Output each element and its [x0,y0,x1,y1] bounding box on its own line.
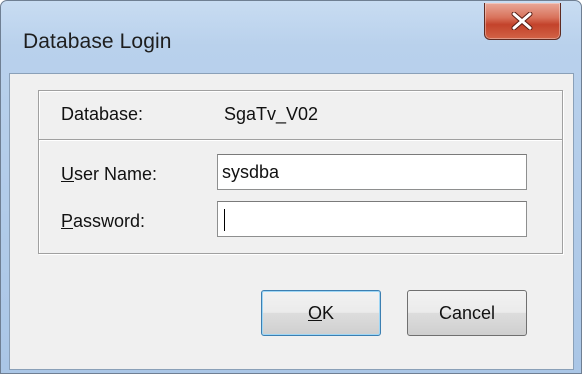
cancel-button[interactable]: Cancel [407,290,527,336]
text-caret [224,209,225,232]
username-label-rest: ser Name: [74,164,158,184]
password-label: Password: [61,211,145,232]
database-row: Database: SgaTv_V02 [39,91,562,140]
username-value: sysdba [222,162,280,182]
close-icon [511,12,533,30]
dialog-client-area: Database: SgaTv_V02 User Name: sysdba Pa… [9,73,574,370]
password-input[interactable] [217,201,527,237]
password-label-mnemonic: P [61,211,74,231]
username-label-mnemonic: U [61,164,74,184]
dialog-window: Database Login Database: SgaTv_V02 User … [0,0,582,374]
password-label-rest: assword: [73,211,146,231]
database-label: Database: [61,104,144,124]
window-title: Database Login [23,30,172,53]
ok-button[interactable]: OK [261,290,381,336]
title-bar[interactable]: Database Login [1,1,581,71]
login-group-box: Database: SgaTv_V02 User Name: sysdba Pa… [38,90,563,254]
database-value: SgaTv_V02 [224,104,319,124]
username-input[interactable]: sysdba [217,154,527,190]
username-label: User Name: [61,164,157,185]
ok-button-rest: K [322,303,335,323]
ok-button-mnemonic: O [307,303,322,323]
close-button[interactable] [484,3,561,40]
